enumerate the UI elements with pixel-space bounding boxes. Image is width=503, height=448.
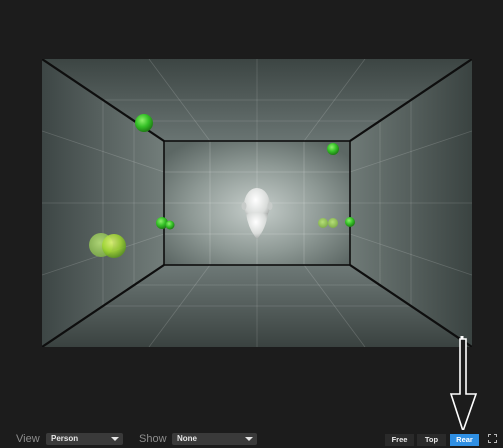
sound-source-object[interactable]: [135, 114, 153, 132]
sound-source-object[interactable]: [345, 217, 355, 227]
view-dropdown[interactable]: Person: [46, 433, 123, 445]
show-label: Show: [139, 433, 167, 445]
free-view-button[interactable]: Free: [385, 434, 414, 446]
sound-source-object[interactable]: [165, 220, 175, 230]
room-viewport[interactable]: [42, 59, 472, 347]
chevron-down-icon: [111, 437, 119, 441]
top-view-button[interactable]: Top: [417, 434, 446, 446]
rear-view-button[interactable]: Rear: [450, 434, 479, 446]
show-dropdown-value: None: [177, 434, 197, 443]
down-arrow-annotation: [449, 336, 478, 434]
sound-source-object[interactable]: [102, 234, 126, 258]
view-dropdown-value: Person: [51, 434, 79, 443]
show-dropdown[interactable]: None: [172, 433, 257, 445]
chevron-down-icon: [245, 437, 253, 441]
sound-source-object[interactable]: [328, 218, 338, 228]
sound-source-object[interactable]: [318, 218, 328, 228]
fullscreen-icon[interactable]: [488, 434, 497, 443]
room-canvas[interactable]: [42, 59, 472, 347]
sound-source-object[interactable]: [327, 143, 339, 155]
view-label: View: [16, 433, 40, 445]
spatial-panner-window: View Person Show None Free Top Rear: [0, 0, 503, 448]
